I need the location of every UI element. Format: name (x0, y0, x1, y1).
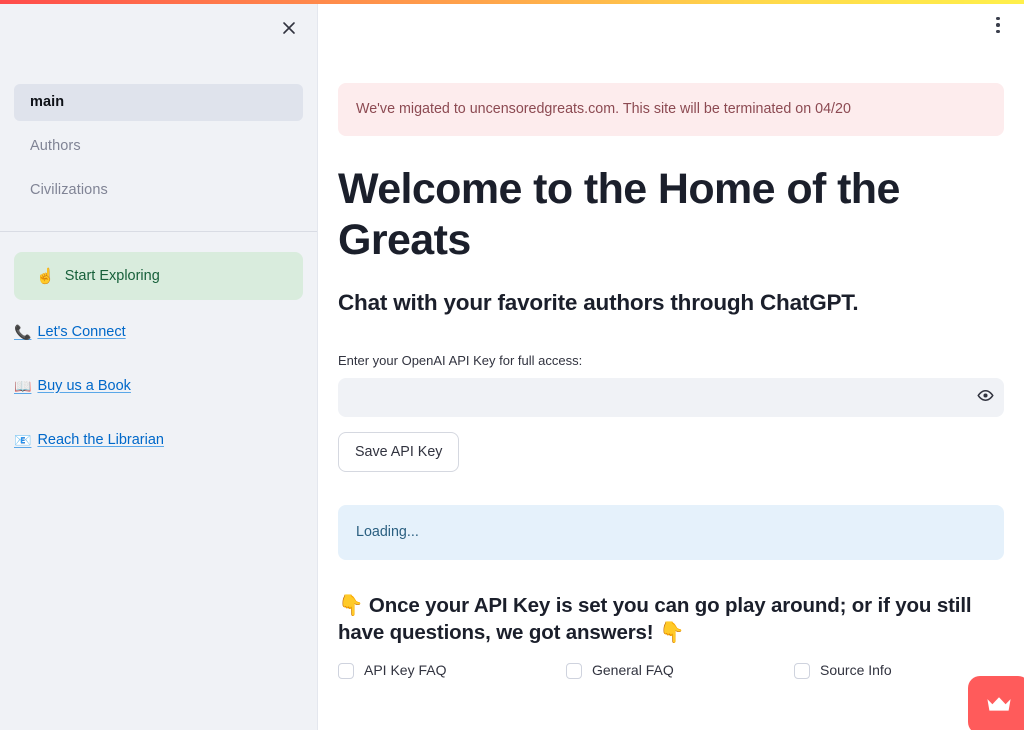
sidebar-divider (0, 231, 317, 233)
close-icon (281, 20, 297, 36)
sidebar-nav: main Authors Civilizations (0, 84, 317, 209)
checkbox-general-faq[interactable]: General FAQ (566, 660, 794, 681)
checkbox-label: Source Info (820, 662, 892, 679)
page-title: Welcome to the Home of the Greats (338, 165, 900, 265)
checkbox-api-key-faq[interactable]: API Key FAQ (338, 660, 566, 681)
pointing-down-icon-leading: 👇 (338, 594, 364, 618)
status-message: Loading... (338, 504, 1004, 561)
page-subtitle: Chat with your favorite authors through … (338, 289, 859, 315)
telephone-icon: 📞 (14, 324, 32, 341)
email-icon: 📧 (14, 432, 32, 449)
sidebar-item-main[interactable]: main (14, 84, 303, 122)
sidebar-link-reach-the-librarian[interactable]: 📧 Reach the Librarian (14, 432, 164, 448)
pointing-up-icon: ☝️ (36, 267, 55, 285)
checkbox-box-icon[interactable] (566, 662, 582, 679)
cta-heading: 👇 Once your API Key is set you can go pl… (338, 592, 1004, 646)
cta-heading-text: Once your API Key is set you can go play… (338, 594, 972, 645)
checkbox-box-icon[interactable] (794, 662, 810, 679)
start-exploring-label: Start Exploring (64, 268, 160, 285)
sidebar-link-label: Reach the Librarian (37, 432, 164, 449)
sidebar: main Authors Civilizations ☝️ Start Expl… (0, 0, 318, 730)
app-menu-button[interactable] (983, 10, 1013, 40)
start-exploring-banner: ☝️ Start Exploring (14, 252, 303, 301)
sidebar-link-buy-us-a-book[interactable]: 📖 Buy us a Book (14, 378, 131, 394)
api-key-input[interactable] (338, 377, 966, 417)
main-inner: We've migated to uncensoredgreats.com. T… (318, 0, 1022, 681)
sidebar-link-label: Buy us a Book (37, 378, 131, 395)
pointing-down-icon-trailing: 👇 (659, 621, 685, 645)
accent-gradient-bar (0, 0, 1024, 4)
three-dots-vertical-icon (996, 16, 1000, 34)
faq-checkbox-row: API Key FAQ General FAQ Source Info (338, 660, 1004, 681)
save-api-key-button[interactable]: Save API Key (338, 431, 460, 472)
sidebar-link-label: Let's Connect (37, 324, 126, 341)
crown-icon (986, 695, 1012, 715)
eye-icon (976, 387, 994, 407)
migration-alert: We've migated to uncensoredgreats.com. T… (338, 83, 1004, 137)
open-book-icon: 📖 (14, 378, 32, 395)
app-root: main Authors Civilizations ☝️ Start Expl… (0, 0, 1024, 730)
feedback-fab-button[interactable] (968, 676, 1024, 730)
sidebar-links: 📞 Let's Connect 📖 Buy us a Book 📧 Reach … (0, 324, 317, 448)
sidebar-link-lets-connect[interactable]: 📞 Let's Connect (14, 324, 126, 340)
toggle-api-key-visibility-button[interactable] (966, 378, 1004, 417)
sidebar-item-civilizations[interactable]: Civilizations (14, 172, 303, 209)
checkbox-box-icon[interactable] (338, 662, 354, 679)
sidebar-close-button[interactable] (273, 12, 305, 44)
api-key-input-wrapper (338, 377, 1004, 417)
api-key-label: Enter your OpenAI API Key for full acces… (338, 353, 583, 369)
checkbox-label: General FAQ (592, 662, 674, 679)
main-content: We've migated to uncensoredgreats.com. T… (318, 0, 1024, 730)
sidebar-item-authors[interactable]: Authors (14, 128, 303, 165)
checkbox-label: API Key FAQ (364, 662, 447, 679)
